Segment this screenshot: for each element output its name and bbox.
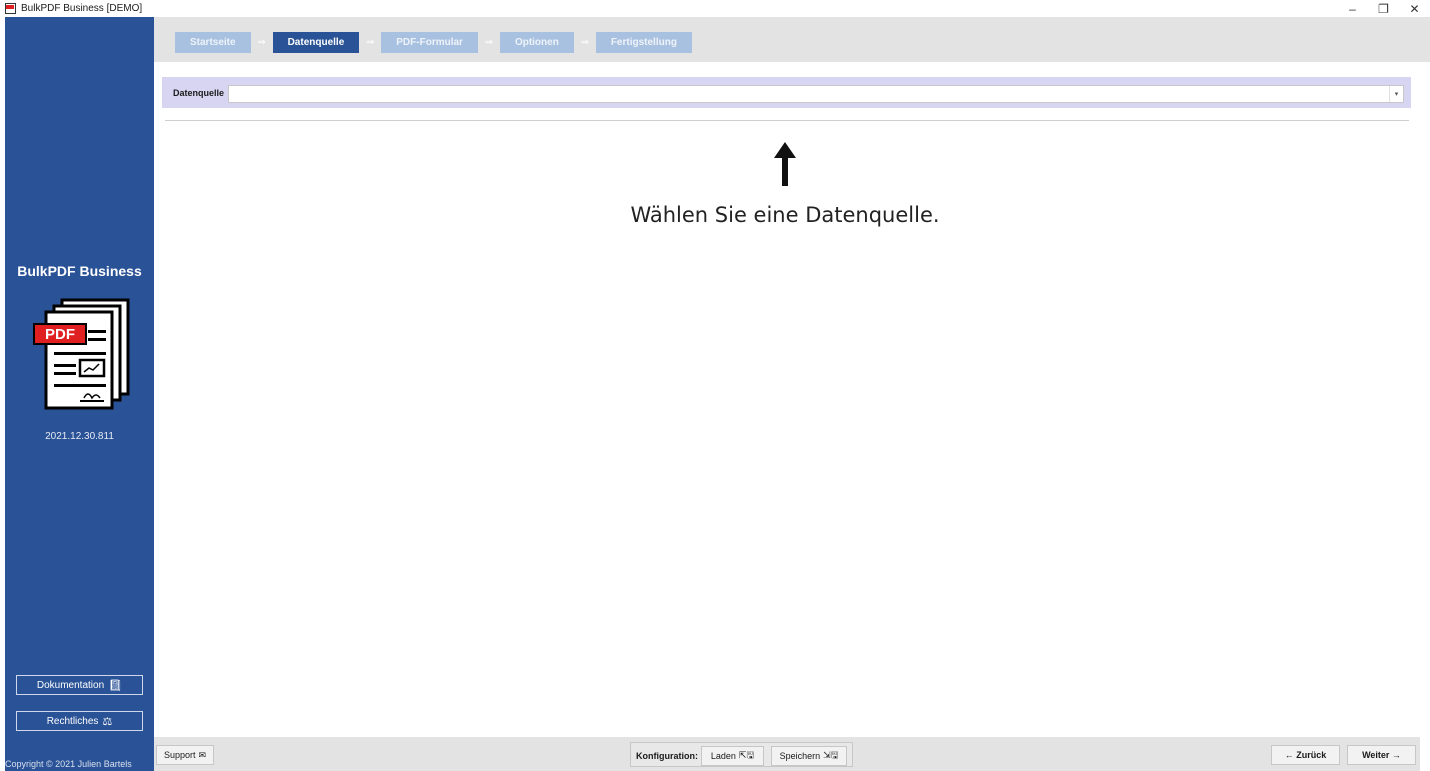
configuration-group: Konfiguration: Laden ⇱🖫︎ Speichern ⇲🖫︎	[630, 742, 853, 767]
save-label: Speichern	[779, 751, 821, 761]
support-button[interactable]: Support ✉	[156, 745, 214, 765]
step-separator: ⇒	[257, 37, 266, 48]
datasource-label: Datenquelle	[173, 88, 225, 98]
arrow-up-icon	[774, 142, 796, 186]
tab-datenquelle[interactable]: Datenquelle	[272, 32, 360, 53]
documentation-label: Dokumentation	[36, 679, 105, 691]
mail-icon: ✉	[198, 749, 207, 760]
step-separator: ⇒	[580, 37, 590, 48]
scales-icon: ⚖	[102, 715, 113, 728]
back-button[interactable]: ← Zurück	[1271, 745, 1340, 765]
tab-optionen[interactable]: Optionen	[499, 32, 574, 53]
sidebar: BulkPDF Business PDF 2021.12.30.811 Doku…	[5, 17, 154, 771]
brand-title: BulkPDF Business	[17, 263, 142, 279]
next-button[interactable]: Weiter →	[1347, 745, 1416, 765]
support-label: Support	[163, 750, 196, 760]
step-separator: ⇒	[366, 37, 375, 48]
chevron-down-icon[interactable]: ▾	[1389, 86, 1403, 102]
datasource-row: Datenquelle ▾	[162, 77, 1411, 108]
legal-label: Rechtliches	[46, 715, 99, 727]
load-config-button[interactable]: Laden ⇱🖫︎	[701, 746, 764, 766]
load-label: Laden	[710, 751, 736, 761]
tab-fertigstellung[interactable]: Fertigstellung	[595, 32, 692, 53]
tab-startseite[interactable]: Startseite	[175, 32, 251, 53]
wizard-header: Startseite ⇒ Datenquelle ⇒ PDF-Formular …	[154, 17, 1430, 62]
copyright-text: Copyright © 2021 Julien Bartels	[5, 759, 132, 769]
datasource-select[interactable]: ▾	[228, 85, 1404, 103]
step-separator: ⇒	[484, 37, 494, 48]
save-icon: ⇲🖫︎	[823, 750, 839, 760]
tab-pdf-formular[interactable]: PDF-Formular	[381, 32, 478, 53]
window-title: BulkPDF Business [DEMO]	[21, 3, 143, 14]
version-label: 2021.12.30.811	[45, 431, 114, 442]
divider	[165, 120, 1409, 121]
documentation-button[interactable]: Dokumentation 📓︎	[16, 675, 143, 695]
wizard-steps: Startseite ⇒ Datenquelle ⇒ PDF-Formular …	[175, 32, 692, 53]
app-icon	[5, 3, 16, 14]
logo-badge-text: PDF	[45, 326, 75, 343]
bottom-bar: Support ✉ Konfiguration: Laden ⇱🖫︎ Speic…	[154, 737, 1420, 771]
restore-button[interactable]: ❐	[1368, 0, 1399, 17]
save-config-button[interactable]: Speichern ⇲🖫︎	[771, 746, 847, 766]
minimize-button[interactable]: –	[1337, 0, 1368, 17]
window-controls: – ❐ ✕	[1337, 0, 1430, 17]
pdf-logo-icon: PDF	[33, 298, 130, 410]
configuration-label: Konfiguration:	[636, 751, 698, 761]
hint-text: Wählen Sie eine Datenquelle.	[630, 203, 940, 227]
close-button[interactable]: ✕	[1399, 0, 1430, 17]
load-icon: ⇱🖫︎	[738, 750, 755, 760]
book-icon: 📓︎	[108, 679, 123, 692]
legal-button[interactable]: Rechtliches ⚖	[16, 711, 143, 731]
title-bar: BulkPDF Business [DEMO] – ❐ ✕	[0, 0, 1430, 17]
